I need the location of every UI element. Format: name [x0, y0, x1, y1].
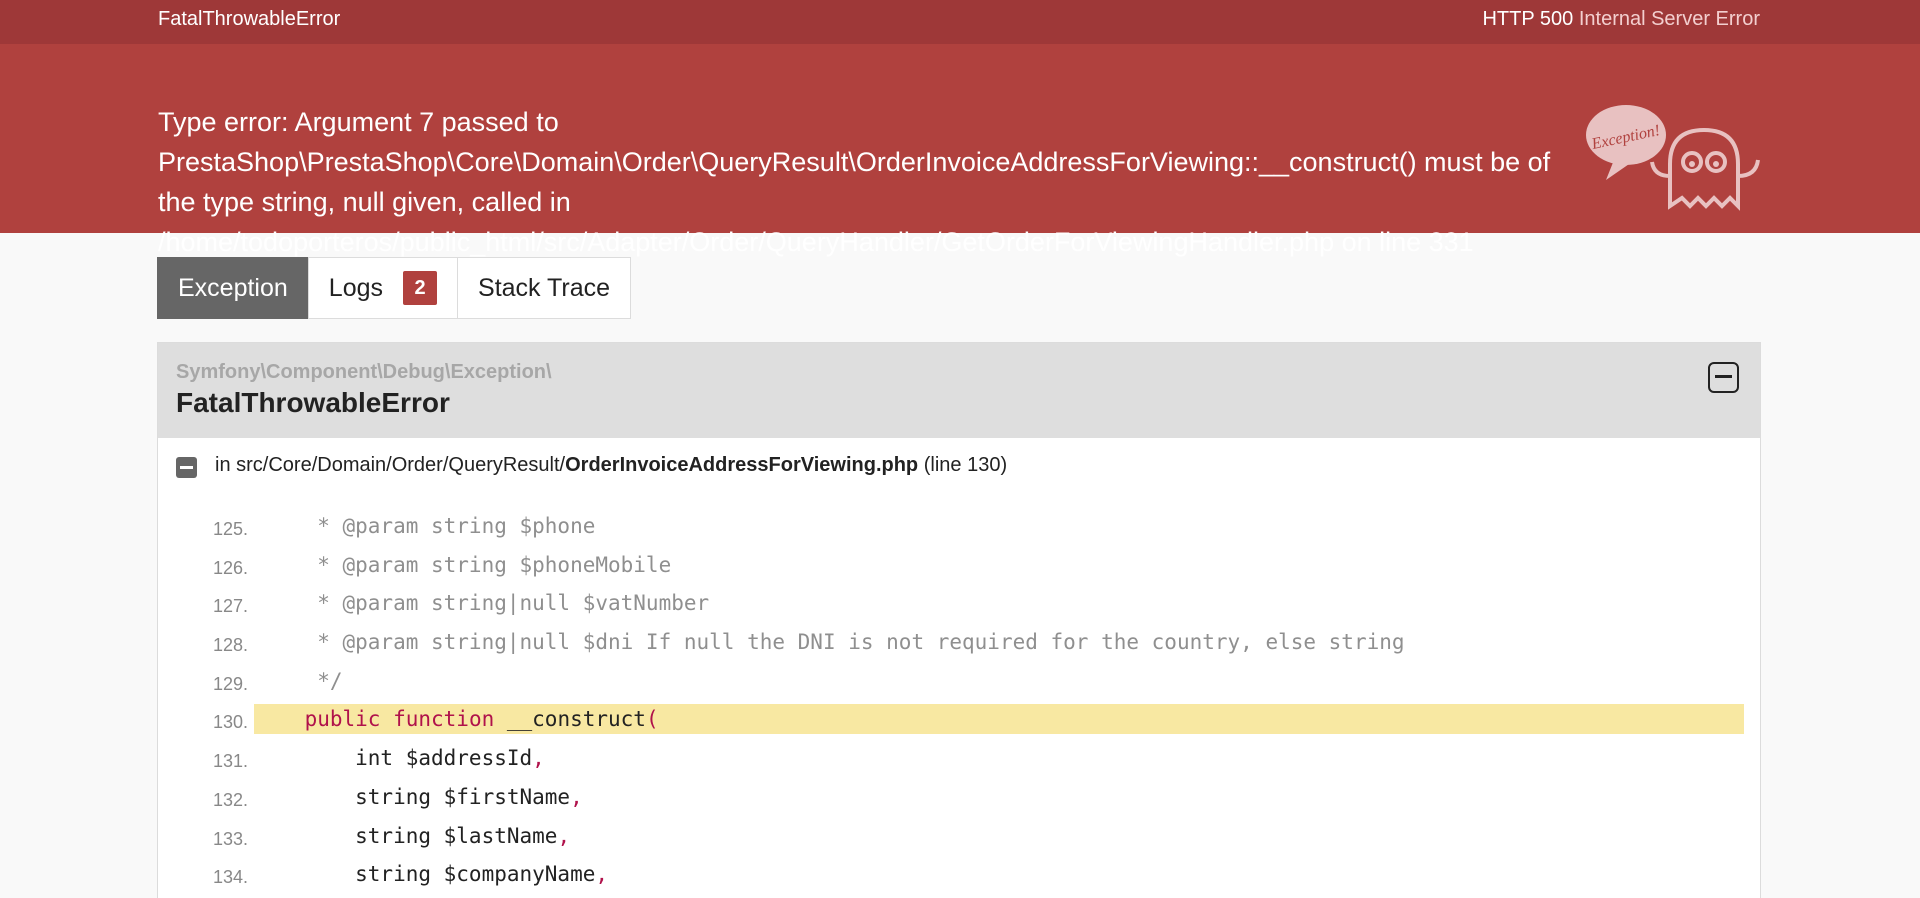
tab-logs[interactable]: Logs 2 — [307, 257, 459, 319]
code-line-highlighted: 130. public function __construct( — [158, 700, 1760, 739]
line-source: * @param string|null $vatNumber — [254, 591, 710, 616]
collapse-code-icon[interactable] — [176, 457, 197, 478]
line-number: 129. — [212, 673, 248, 694]
line-number: 125. — [212, 519, 248, 539]
code-line: 129. */ — [158, 662, 1760, 701]
line-source: string $firstName, — [254, 784, 583, 809]
line-source: string $lastName, — [254, 823, 571, 848]
line-source: * @param string $phoneMobile — [254, 552, 672, 577]
line-source: int $addressId, — [254, 746, 545, 771]
code-line: 135. string $address1, — [158, 894, 1760, 898]
error-banner: Type error: Argument 7 passed to PrestaS… — [0, 44, 1920, 257]
line-number: 133. — [212, 828, 248, 849]
line-number: 132. — [212, 789, 248, 810]
collapse-panel-icon[interactable] — [1708, 362, 1739, 393]
top-bar: FatalThrowableError HTTP 500 Internal Se… — [0, 0, 1920, 44]
tab-stack-trace[interactable]: Stack Trace — [457, 257, 632, 319]
line-number: 131. — [212, 751, 248, 772]
http-status-text: Internal Server Error — [1578, 8, 1760, 30]
line-number: 127. — [212, 596, 248, 617]
tab-exception-label: Exception — [178, 273, 288, 302]
tab-logs-label: Logs — [328, 273, 384, 302]
tab-exception[interactable]: Exception — [157, 257, 309, 319]
logs-count-badge: 2 — [403, 271, 438, 305]
code-line: 131. int $addressId, — [158, 739, 1760, 778]
line-number: 126. — [212, 557, 248, 578]
http-code: HTTP 500 — [1482, 8, 1574, 30]
code-line: 128. * @param string|null $dni If null t… — [158, 623, 1760, 662]
line-source: * @param string|null $dni If null the DN… — [254, 630, 1405, 655]
line-number: 134. — [212, 867, 248, 888]
line-source: */ — [254, 668, 343, 693]
file-line-number: (line 130) — [923, 454, 1008, 476]
line-source: public function __construct( — [254, 704, 1744, 735]
tab-stack-trace-label: Stack Trace — [478, 273, 611, 302]
code-line: 126. * @param string $phoneMobile — [158, 546, 1760, 585]
code-line: 125. * @param string $phone — [158, 507, 1760, 546]
code-excerpt: 125. * @param string $phone 126. * @param… — [158, 507, 1760, 898]
tab-bar: Exception Logs 2 Stack Trace — [157, 257, 632, 319]
http-status: HTTP 500 Internal Server Error — [1482, 8, 1760, 31]
line-source: string $companyName, — [254, 862, 609, 887]
exception-ghost-icon: Exception! — [1586, 105, 1760, 211]
code-line: 132. string $firstName, — [158, 778, 1760, 817]
file-path-prefix: in src/Core/Domain/Order/QueryResult/ — [215, 454, 566, 476]
error-message: Type error: Argument 7 passed to PrestaS… — [158, 107, 1551, 257]
code-line: 133. string $lastName, — [158, 817, 1760, 856]
exception-class: FatalThrowableError — [176, 387, 450, 418]
exception-panel: Symfony\Component\Debug\Exception\ Fatal… — [157, 342, 1761, 898]
file-location: in src/Core/Domain/Order/QueryResult/Ord… — [176, 453, 1007, 478]
exception-name: FatalThrowableError — [158, 8, 341, 30]
file-name: OrderInvoiceAddressForViewing.php — [565, 454, 919, 476]
line-number: 130. — [212, 712, 248, 733]
line-number: 128. — [212, 635, 248, 656]
code-line: 134. string $companyName, — [158, 855, 1760, 894]
exception-header: Symfony\Component\Debug\Exception\ Fatal… — [158, 343, 1760, 438]
exception-namespace: Symfony\Component\Debug\Exception\ — [176, 361, 552, 383]
code-line: 127. * @param string|null $vatNumber — [158, 584, 1760, 623]
line-source: * @param string $phone — [254, 514, 596, 538]
